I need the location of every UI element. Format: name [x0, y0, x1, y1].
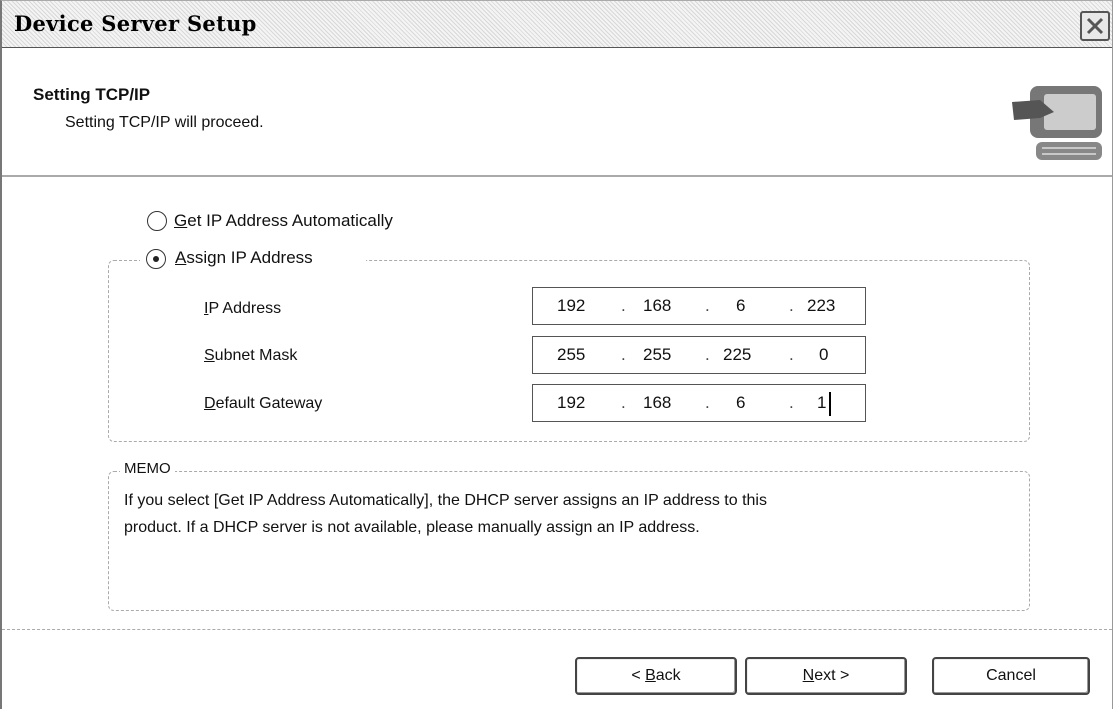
text-cursor — [829, 392, 831, 416]
gateway-dot-3: . — [789, 393, 794, 412]
assign-ip-text: ssign IP Address — [186, 248, 313, 267]
gateway-dot-2: . — [705, 393, 710, 412]
header-subtitle: Setting TCP/IP will proceed. — [65, 114, 264, 131]
wizard-content: Get IP Address Automatically Assign IP A… — [2, 177, 1112, 637]
radio-auto-ip[interactable] — [147, 211, 167, 231]
ip-address-field[interactable]: 192 . 168 . 6 . 223 — [532, 287, 866, 325]
subnet-dot-1: . — [621, 345, 626, 364]
setup-dialog: Device Server Setup Setting TCP/IP Setti… — [0, 0, 1113, 709]
gateway-octet-1[interactable]: 192 — [557, 393, 585, 413]
memo-line-2: product. If a DHCP server is not availab… — [124, 519, 700, 536]
gateway-octet-4[interactable]: 1 — [817, 393, 826, 413]
subnet-octet-3[interactable]: 225 — [723, 345, 751, 365]
subnet-mask-field[interactable]: 255 . 255 . 225 . 0 — [532, 336, 866, 374]
radio-assign-ip[interactable] — [146, 249, 166, 269]
window-title: Device Server Setup — [14, 11, 257, 36]
assign-ip-legend: Assign IP Address — [140, 247, 366, 271]
close-icon — [1086, 17, 1104, 35]
ip-octet-4[interactable]: 223 — [807, 296, 835, 316]
ip-dot-2: . — [705, 296, 710, 315]
subnet-octet-2[interactable]: 255 — [643, 345, 671, 365]
auto-ip-label[interactable]: Get IP Address Automatically — [174, 211, 393, 231]
ip-octet-1[interactable]: 192 — [557, 296, 585, 316]
next-label: ext > — [814, 667, 850, 684]
back-label: ack — [655, 667, 681, 684]
next-mnemonic: N — [802, 667, 815, 684]
gateway-octet-2[interactable]: 168 — [643, 393, 671, 413]
ip-label-text: P Address — [208, 300, 282, 317]
subnet-dot-3: . — [789, 345, 794, 364]
subnet-mnemonic: S — [204, 347, 215, 364]
footer-divider — [2, 629, 1112, 630]
next-button[interactable]: Next > — [745, 657, 907, 695]
auto-ip-mnemonic: G — [174, 211, 188, 230]
ip-dot-3: . — [789, 296, 794, 315]
ip-octet-2[interactable]: 168 — [643, 296, 671, 316]
ip-dot-1: . — [621, 296, 626, 315]
assign-ip-label[interactable]: Assign IP Address — [175, 248, 313, 268]
subnet-mask-label: Subnet Mask — [204, 347, 297, 365]
default-gateway-field[interactable]: 192 . 168 . 6 . 1 — [532, 384, 866, 422]
assign-ip-mnemonic: A — [175, 248, 187, 267]
title-bar[interactable]: Device Server Setup — [2, 1, 1112, 49]
ip-octet-3[interactable]: 6 — [736, 296, 745, 316]
back-button[interactable]: < Back — [575, 657, 737, 695]
header-title: Setting TCP/IP — [33, 85, 151, 104]
memo-text: If you select [Get IP Address Automatica… — [124, 487, 1004, 541]
gateway-mnemonic: D — [204, 395, 216, 412]
gateway-label-text: efault Gateway — [215, 395, 323, 412]
memo-line-1: If you select [Get IP Address Automatica… — [124, 492, 767, 509]
gateway-octet-3[interactable]: 6 — [736, 393, 745, 413]
subnet-octet-4[interactable]: 0 — [819, 345, 828, 365]
default-gateway-label: Default Gateway — [204, 395, 322, 413]
memo-legend: MEMO — [120, 460, 175, 477]
subnet-label-text: ubnet Mask — [214, 347, 298, 364]
cancel-button[interactable]: Cancel — [932, 657, 1090, 695]
subnet-dot-2: . — [705, 345, 710, 364]
wizard-header: Setting TCP/IP Setting TCP/IP will proce… — [2, 48, 1112, 177]
close-button[interactable] — [1080, 11, 1110, 41]
back-mnemonic: B — [645, 667, 656, 684]
auto-ip-text: et IP Address Automatically — [187, 211, 393, 230]
back-arrow-text: < — [631, 667, 646, 684]
ip-address-label: IP Address — [204, 300, 281, 318]
setup-wrench-computer-icon — [1012, 86, 1102, 160]
gateway-dot-1: . — [621, 393, 626, 412]
subnet-octet-1[interactable]: 255 — [557, 345, 585, 365]
